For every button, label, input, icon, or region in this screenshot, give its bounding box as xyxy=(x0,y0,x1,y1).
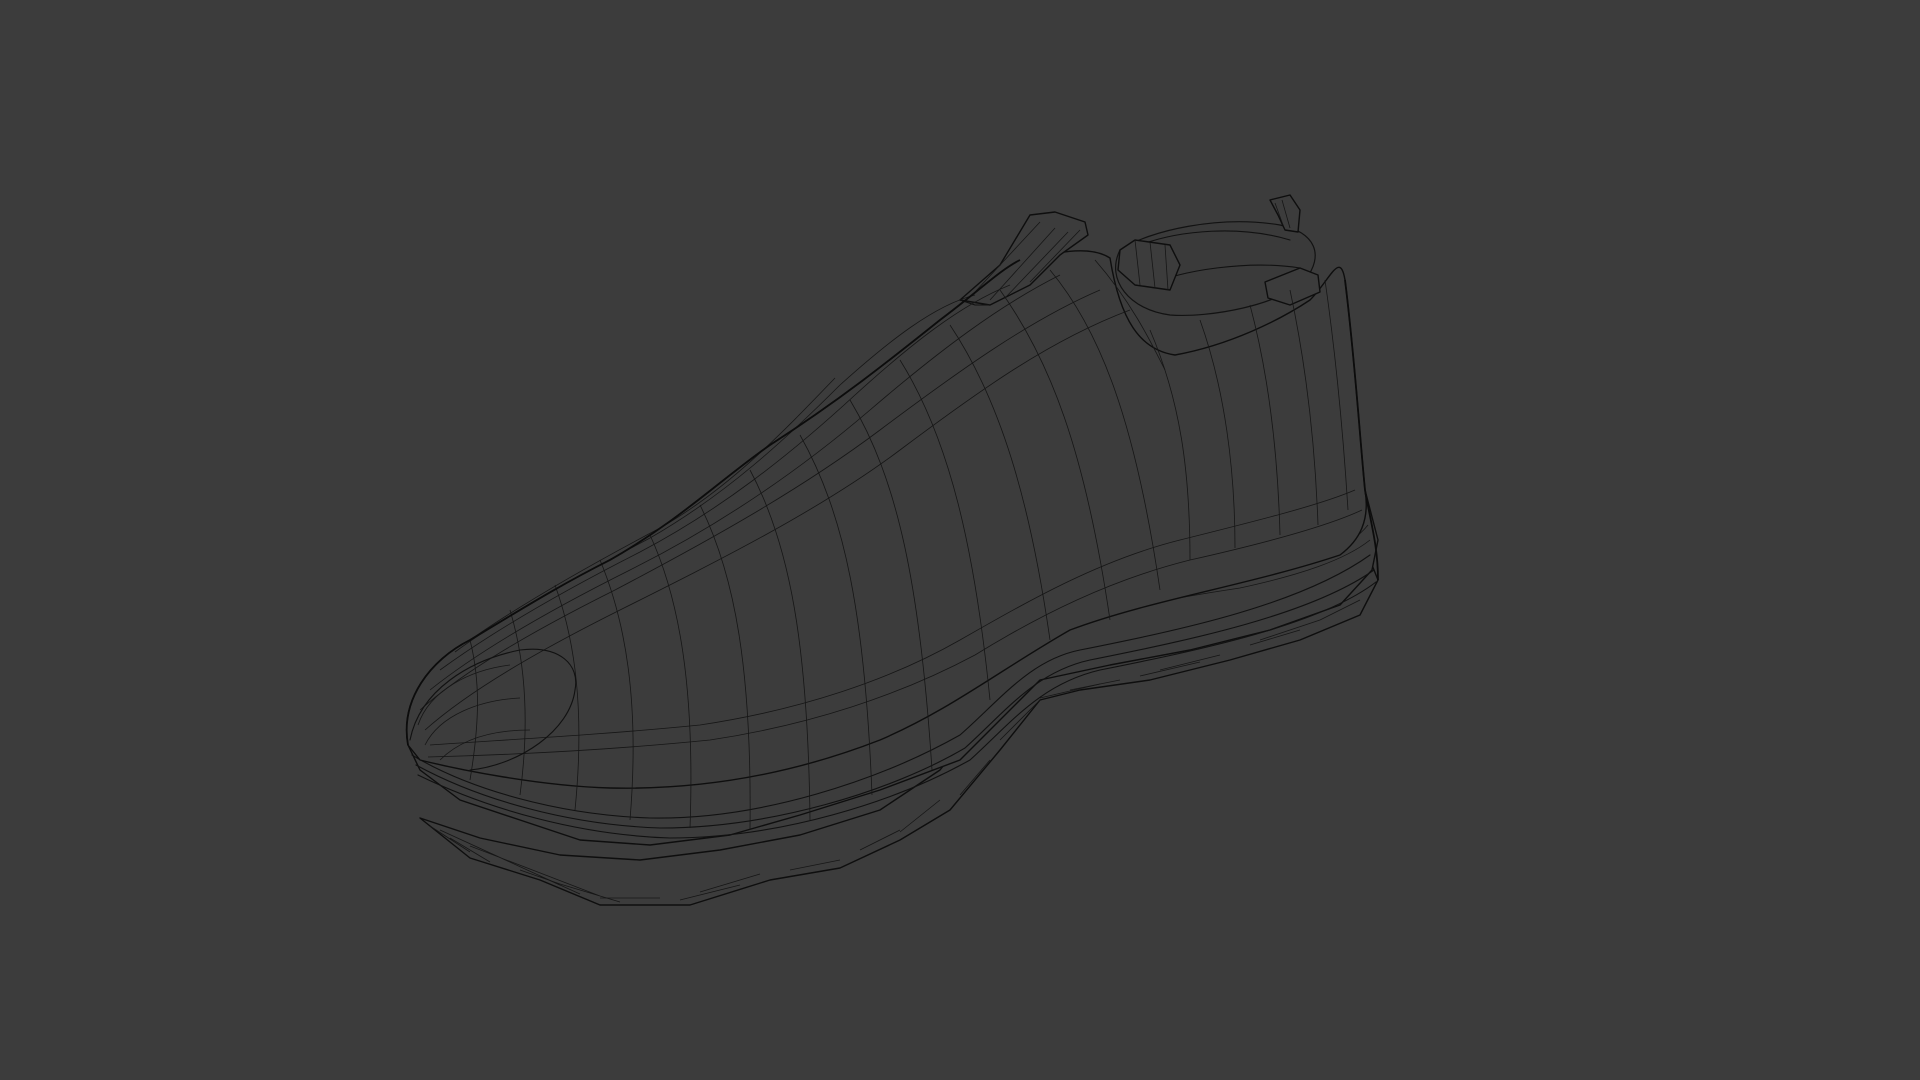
3d-viewport[interactable] xyxy=(0,0,1920,1080)
shoe-wireframe-model[interactable] xyxy=(0,0,1920,1080)
upper-body xyxy=(406,194,1367,789)
